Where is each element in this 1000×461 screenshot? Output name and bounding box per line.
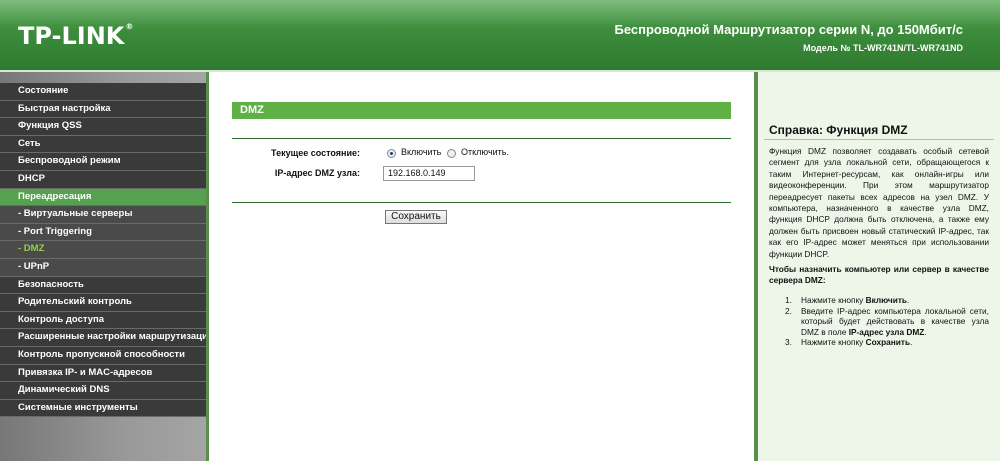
sidebar-item-status[interactable]: Состояние (0, 83, 206, 101)
help-divider (764, 139, 994, 140)
help-step: 3. Нажмите кнопку Сохранить. (785, 337, 913, 347)
model-number: Модель № TL-WR741N/TL-WR741ND (803, 43, 963, 53)
help-step: 2. Введите IP-адрес компьютера локальной … (785, 305, 989, 337)
sidebar-item-access-control[interactable]: Контроль доступа (0, 311, 206, 330)
sidebar-item-network[interactable]: Сеть (0, 135, 206, 154)
disable-radio[interactable] (447, 149, 456, 158)
sidebar-item-port-triggering[interactable]: - Port Triggering (0, 223, 206, 242)
sidebar-item-ip-mac-binding[interactable]: Привязка IP- и MAC-адресов (0, 364, 206, 383)
tp-link-logo: TP-LINK® (18, 22, 134, 50)
sidebar-item-virtual-servers[interactable]: - Виртуальные серверы (0, 206, 206, 224)
sidebar-item-parental-control[interactable]: Родительский контроль (0, 294, 206, 312)
sidebar-item-forwarding[interactable]: Переадресация (0, 188, 206, 207)
help-title: Справка: Функция DMZ (769, 123, 908, 137)
status-label: Текущее состояние: (271, 148, 360, 158)
sidebar-item-dynamic-dns[interactable]: Динамический DNS (0, 382, 206, 400)
section-title: DMZ (232, 102, 731, 119)
sidebar-item-advanced-routing[interactable]: Расширенные настройки маршрутизации (0, 329, 206, 347)
main-content: DMZ Текущее состояние: Включить Отключит… (210, 72, 754, 461)
enable-radio[interactable] (387, 149, 396, 158)
sidebar-item-system-tools[interactable]: Системные инструменты (0, 399, 206, 418)
sidebar-item-bandwidth-control[interactable]: Контроль пропускной способности (0, 346, 206, 365)
sidebar-item-dhcp[interactable]: DHCP (0, 170, 206, 189)
sidebar-item-qss[interactable]: Функция QSS (0, 118, 206, 136)
help-steps-list: 1. Нажмите кнопку Включить. 2. Введите IP-… (769, 295, 989, 348)
help-panel: Справка: Функция DMZ Функция DMZ позволя… (758, 72, 1000, 461)
dmz-ip-label: IP-адрес DMZ узла: (274, 168, 360, 178)
enable-radio-label[interactable]: Включить (401, 147, 441, 157)
header-banner: TP-LINK® Беспроводной Маршрутизатор сери… (0, 0, 1000, 70)
sidebar-item-quick-setup[interactable]: Быстрая настройка (0, 100, 206, 119)
help-instructions-heading: Чтобы назначить компьютер или сервер в к… (769, 264, 989, 286)
sidebar: Состояние Быстрая настройка Функция QSS … (0, 72, 208, 461)
sidebar-item-upnp[interactable]: - UPnP (0, 258, 206, 277)
sidebar-item-wireless[interactable]: Беспроводной режим (0, 153, 206, 171)
sidebar-border (206, 72, 209, 461)
help-description: Функция DMZ позволяет создавать особый с… (769, 146, 989, 259)
help-step: 1. Нажмите кнопку Включить. (785, 295, 910, 305)
sidebar-menu: Состояние Быстрая настройка Функция QSS … (0, 83, 206, 418)
dmz-ip-input[interactable]: 192.168.0.149 (383, 166, 475, 181)
sidebar-item-security[interactable]: Безопасность (0, 276, 206, 295)
save-button[interactable]: Сохранить (385, 210, 447, 224)
product-title: Беспроводной Маршрутизатор серии N, до 1… (614, 22, 964, 37)
sidebar-item-dmz[interactable]: - DMZ (0, 241, 206, 259)
divider-top (232, 138, 731, 139)
divider-bottom (232, 202, 731, 203)
disable-radio-label[interactable]: Отключить. (461, 147, 509, 157)
